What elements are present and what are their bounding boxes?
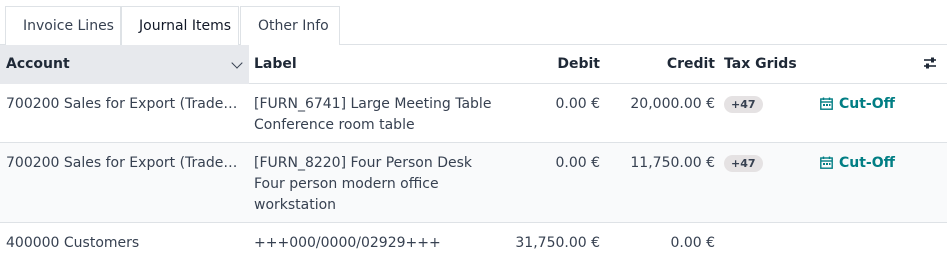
label-line: Conference room table [254, 117, 415, 133]
tax-grids-badge[interactable]: +47 [724, 96, 763, 113]
debit-cell: 0.00 € [555, 155, 600, 171]
column-header-account-label: Account [6, 56, 70, 72]
cut-off-button[interactable]: Cut-Off [820, 153, 895, 174]
tab-invoice-lines[interactable]: Invoice Lines [5, 6, 121, 45]
label-line: Four person modern office [254, 176, 439, 192]
column-header-account[interactable]: Account [0, 45, 249, 84]
tab-other-info[interactable]: Other Info [240, 6, 340, 45]
label-cell: [FURN_8220] Four Person Desk Four person… [254, 153, 504, 216]
tab-journal-items[interactable]: Journal Items [121, 6, 239, 46]
calendar-icon [820, 97, 833, 110]
label-line: [FURN_6741] Large Meeting Table [254, 96, 492, 112]
column-header-credit[interactable]: Credit [615, 45, 715, 84]
column-header-tax-grids[interactable]: Tax Grids [724, 45, 797, 84]
credit-cell: 20,000.00 € [630, 96, 715, 112]
account-cell: 700200 Sales for Export (Trade Go… [6, 96, 240, 112]
label-line: workstation [254, 197, 337, 213]
table-row[interactable]: 400000 Customers +++000/0000/02929+++ 31… [0, 223, 947, 261]
credit-cell: 0.00 € [670, 235, 715, 251]
optional-columns-toggle[interactable] [922, 56, 944, 74]
cut-off-button[interactable]: Cut-Off [820, 94, 895, 115]
account-cell: 700200 Sales for Export (Trade Go… [6, 155, 240, 171]
label-cell: [FURN_6741] Large Meeting Table Conferen… [254, 94, 504, 136]
label-cell: +++000/0000/02929+++ [254, 233, 504, 254]
label-line: +++000/0000/02929+++ [254, 235, 441, 251]
notebook-tabs: Invoice Lines Journal Items Other Info [0, 0, 947, 46]
cut-off-label: Cut-Off [839, 155, 895, 171]
cut-off-label: Cut-Off [839, 96, 895, 112]
column-header-label[interactable]: Label [254, 45, 297, 84]
debit-cell: 31,750.00 € [515, 235, 600, 251]
account-cell: 400000 Customers [6, 235, 140, 251]
credit-cell: 11,750.00 € [630, 155, 715, 171]
table-row[interactable]: 700200 Sales for Export (Trade Go… [FURN… [0, 143, 947, 223]
tax-grids-badge[interactable]: +47 [724, 155, 763, 172]
table-header: Account Label Debit Credit Tax Grids [0, 45, 947, 84]
calendar-icon [820, 156, 833, 169]
table-row[interactable]: 700200 Sales for Export (Trade Go… [FURN… [0, 84, 947, 143]
column-header-debit[interactable]: Debit [520, 45, 600, 84]
debit-cell: 0.00 € [555, 96, 600, 112]
label-line: [FURN_8220] Four Person Desk [254, 155, 472, 171]
sliders-icon [924, 57, 936, 69]
chevron-down-icon [231, 57, 243, 69]
